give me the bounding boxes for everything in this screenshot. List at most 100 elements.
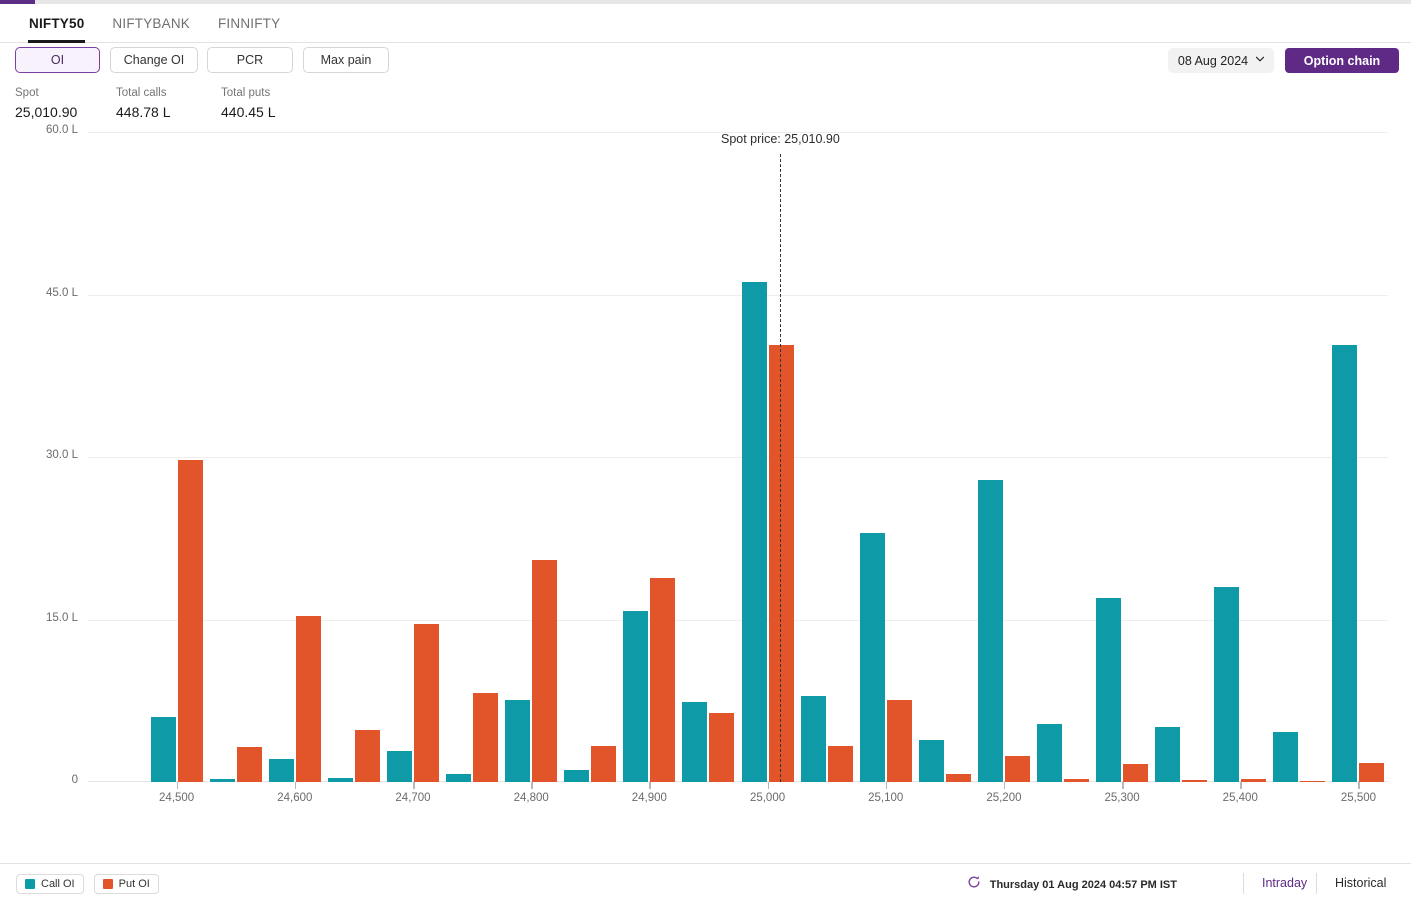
bar-put-25050[interactable] [827,746,853,782]
x-axis-tick-mark [649,782,651,789]
bar-put-24800[interactable] [532,559,558,782]
x-axis-tick-label: 24,900 [631,792,667,804]
stat-total-calls: Total calls 448.78 L [116,86,171,122]
x-axis-tick-mark [1240,782,1242,789]
legend-item-put-oi[interactable]: Put OI [93,874,159,894]
stat-value: 440.45 L [221,104,276,120]
bar-put-24900[interactable] [650,578,676,782]
bar-call-25200[interactable] [977,479,1003,782]
tab-historical[interactable]: Historical [1329,875,1392,891]
bar-call-25150[interactable] [918,739,944,782]
bar-put-25400[interactable] [1241,778,1267,782]
bar-call-25500[interactable] [1332,345,1358,782]
bar-call-25350[interactable] [1155,726,1181,782]
chart-plot-area [88,132,1388,782]
stat-total-puts: Total puts 440.45 L [221,86,276,122]
tab-finnifty[interactable]: FINNIFTY [204,4,294,43]
bar-call-24550[interactable] [209,778,235,782]
bar-call-25400[interactable] [1214,587,1240,782]
bar-call-24700[interactable] [387,750,412,782]
bar-put-24600[interactable] [295,616,321,782]
bar-call-25050[interactable] [800,696,826,782]
chevron-down-icon [1255,56,1265,65]
x-axis-tick-mark [767,782,770,789]
bar-put-25300[interactable] [1123,763,1149,782]
summary-stats: Spot 25,010.90 Total calls 448.78 L Total pu… [0,86,700,122]
x-axis-tick-label: 25,000 [749,792,786,804]
footer-divider-1 [1243,873,1244,894]
x-axis-tick-mark [1003,782,1006,789]
x-axis-tick-mark [176,782,179,789]
stat-label: Total puts [221,87,271,99]
stat-label: Total calls [116,87,167,99]
x-axis-tick-label: 25,500 [1340,792,1377,804]
y-axis-tick-label: 45.0 L [46,286,78,299]
x-axis-tick-mark [531,782,533,789]
y-axis-tick-label: 60.0 L [46,124,78,136]
tab-niftybank[interactable]: NIFTYBANK [98,4,204,43]
bar-put-24950[interactable] [709,712,735,782]
bar-put-25450[interactable] [1300,780,1326,782]
chart-legend: Call OI Put OI [16,874,159,894]
x-axis-tick-mark [1122,782,1124,789]
tab-intraday[interactable]: Intraday [1256,875,1313,891]
x-axis-tick-mark [885,782,888,789]
x-axis-tick-mark [294,782,297,789]
bar-put-24850[interactable] [591,746,617,782]
x-axis-tick-label: 24,500 [159,792,195,804]
legend-label: Put OI [118,878,150,890]
refresh-icon[interactable] [967,875,981,894]
x-axis-tick-label: 24,600 [277,792,313,804]
legend-label: Call OI [41,878,75,890]
bar-call-25250[interactable] [1037,723,1062,782]
bar-call-24900[interactable] [623,610,649,782]
option-chain-button[interactable]: Option chain [1285,48,1399,73]
index-tabs: NIFTY50 NIFTYBANK FINNIFTY [0,4,1411,43]
bar-put-25200[interactable] [1004,756,1030,782]
bar-call-24850[interactable] [564,770,590,782]
stat-label: Spot [15,87,39,99]
tab-nifty50[interactable]: NIFTY50 [15,4,98,43]
x-axis-tick-label: 25,300 [1104,792,1140,804]
bar-put-25500[interactable] [1359,762,1385,782]
bar-call-25000[interactable] [741,281,767,782]
bar-call-25300[interactable] [1096,597,1122,782]
expiry-date-value: 08 Aug 2024 [1177,53,1249,68]
legend-item-call-oi[interactable]: Call OI [16,874,84,894]
bar-put-24550[interactable] [236,747,262,782]
metric-chip-change-oi[interactable]: Change OI [110,47,198,73]
y-axis-tick-label: 30.0 L [46,449,78,461]
spot-price-line [780,154,782,782]
bar-call-25450[interactable] [1273,732,1299,782]
chart-footer: Call OI Put OI Thursday 01 Aug 2024 04:57… [0,863,1411,902]
bar-put-24700[interactable] [414,623,439,782]
bar-call-24650[interactable] [327,777,353,782]
x-axis-tick-label: 25,100 [868,792,904,804]
x-axis-tick-mark [413,782,415,789]
bar-put-24750[interactable] [473,693,499,782]
bar-call-24950[interactable] [682,701,708,782]
bar-call-24800[interactable] [505,699,531,782]
metric-chip-max-pain[interactable]: Max pain [303,47,389,73]
bar-put-25150[interactable] [945,774,971,782]
x-axis-tick-label: 24,800 [513,792,549,804]
legend-color-swatch [25,879,35,889]
bar-call-25100[interactable] [859,532,885,782]
metric-chip-oi[interactable]: OI [15,47,100,73]
bar-put-25100[interactable] [886,699,912,782]
metric-chip-pcr[interactable]: PCR [207,47,293,73]
bar-put-25250[interactable] [1064,778,1089,782]
bar-call-24600[interactable] [268,759,294,782]
last-updated-group: Thursday 01 Aug 2024 04:57 PM IST [967,875,1177,894]
y-axis-tick-label: 15.0 L [46,611,78,624]
bar-call-24750[interactable] [446,774,472,782]
x-axis-tick-label: 24,700 [395,792,431,804]
bar-put-25350[interactable] [1182,779,1208,782]
footer-divider-2 [1316,873,1317,894]
bar-put-24650[interactable] [354,730,380,782]
bar-put-24500[interactable] [177,460,203,782]
x-axis-tick-label: 25,200 [986,792,1022,804]
expiry-date-select[interactable]: 08 Aug 2024 [1168,48,1274,73]
y-axis-tick-label: 0 [71,774,78,786]
bar-call-24500[interactable] [150,717,176,782]
